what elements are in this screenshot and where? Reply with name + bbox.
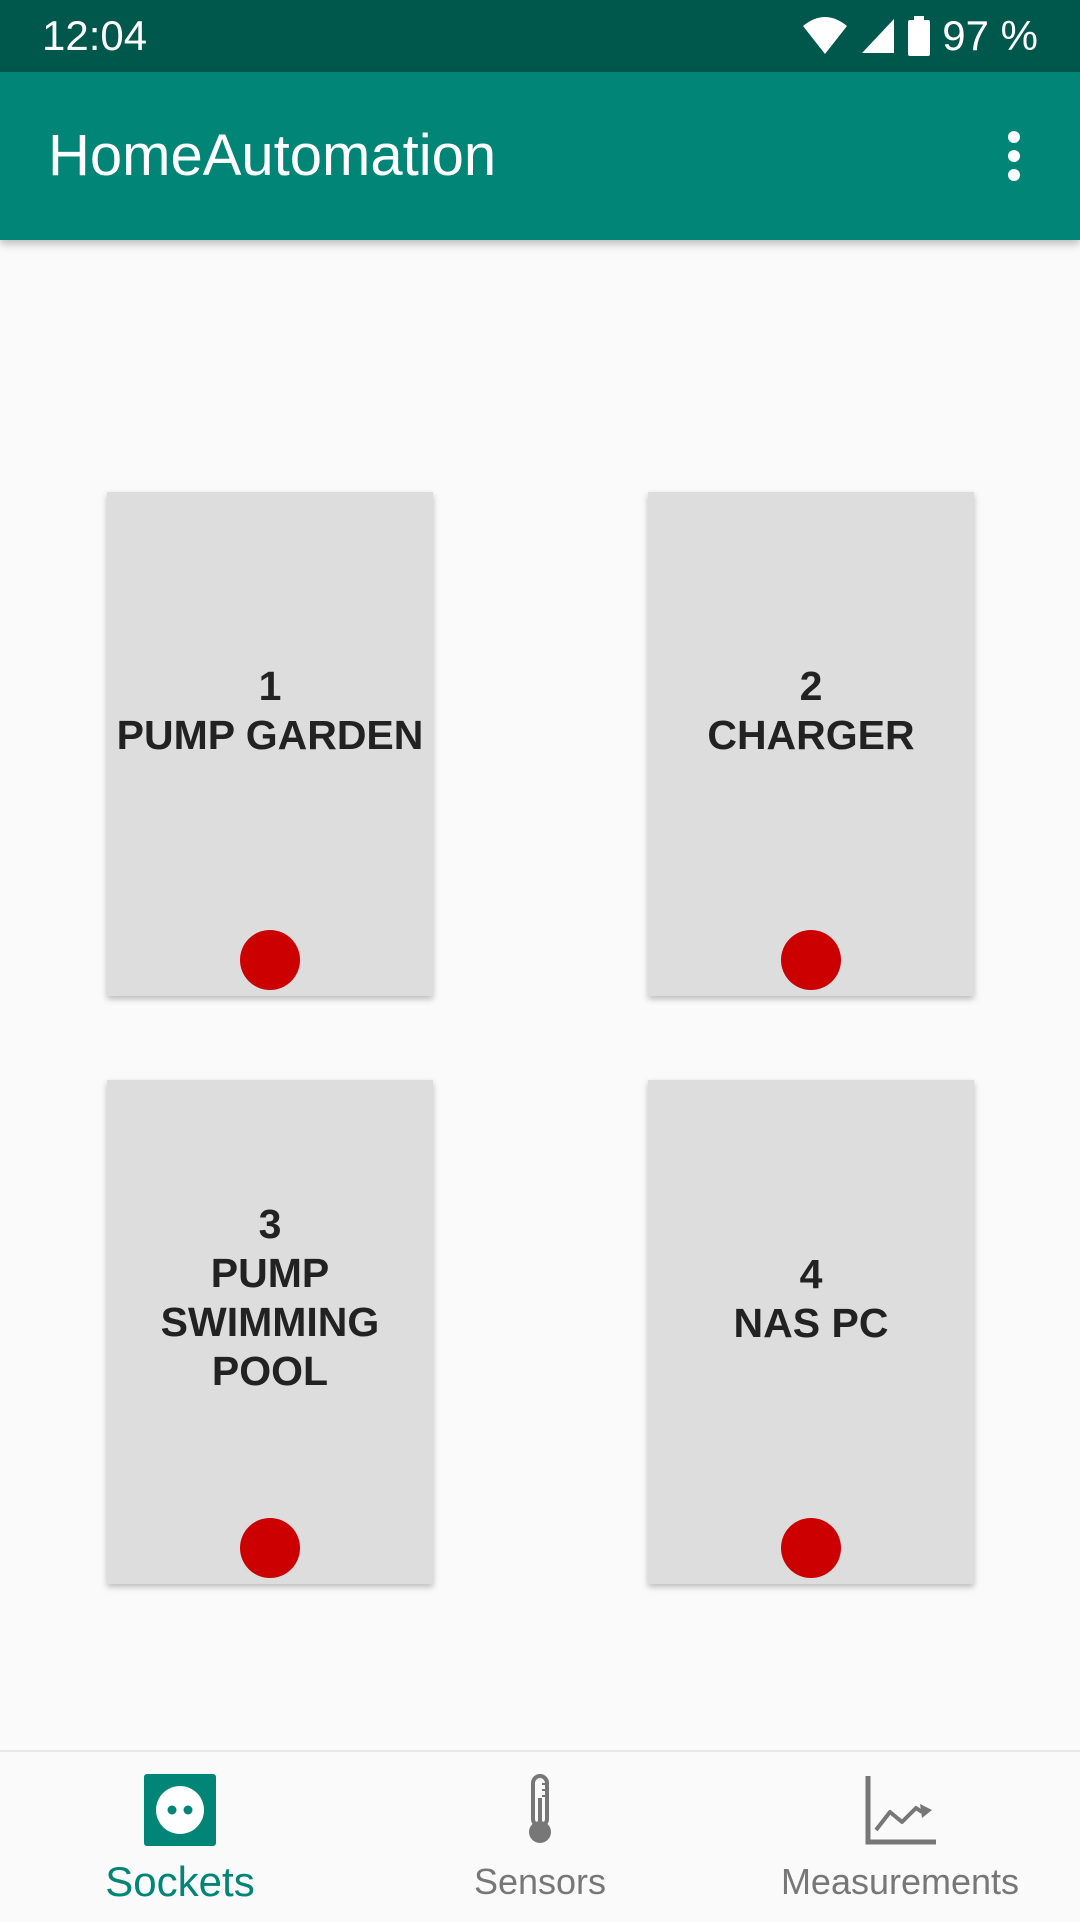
socket-card-1[interactable]: 1 PUMP GARDEN	[107, 492, 433, 996]
socket-name-line: POOL	[211, 1348, 329, 1394]
chart-icon	[865, 1776, 936, 1845]
socket-icon	[144, 1774, 216, 1846]
socket-number: 4	[799, 1251, 823, 1297]
socket-name-line: SWIMMING	[160, 1299, 380, 1345]
socket-card-2[interactable]: 2 CHARGER	[648, 492, 974, 996]
socket-name-line: CHARGER	[707, 712, 915, 758]
socket-number: 1	[258, 663, 282, 709]
socket-status-indicator	[240, 930, 300, 990]
socket-number: 2	[799, 663, 823, 709]
socket-status-indicator	[240, 1518, 300, 1578]
nav-item-sockets[interactable]: Sockets	[60, 1752, 300, 1922]
nav-label-sensors: Sensors	[473, 1861, 607, 1902]
socket-name-line: PUMP	[210, 1250, 330, 1296]
overflow-menu-button[interactable]	[978, 120, 1050, 192]
status-icons: 97 %	[802, 12, 1038, 60]
socket-card-4[interactable]: 4 NAS PC	[648, 1080, 974, 1584]
app-bar: HomeAutomation	[0, 72, 1080, 240]
socket-label: 4 NAS PC	[648, 1250, 974, 1348]
wifi-icon	[803, 17, 848, 54]
battery-icon	[908, 16, 931, 56]
cell-signal-icon	[862, 19, 895, 53]
status-time: 12:04	[42, 12, 148, 59]
socket-name-line: NAS PC	[733, 1300, 889, 1346]
battery-percentage: 97 %	[942, 12, 1038, 59]
nav-item-measurements[interactable]: Measurements	[760, 1752, 1040, 1922]
app-title: HomeAutomation	[48, 123, 497, 188]
bottom-navigation: Sockets Sensors Measurements	[0, 1750, 1080, 1922]
socket-number: 3	[258, 1201, 282, 1247]
thermometer-icon	[529, 1774, 551, 1843]
socket-status-indicator	[781, 1518, 841, 1578]
socket-name-line: PUMP GARDEN	[116, 712, 424, 758]
status-bar: 12:04 97 %	[0, 0, 1080, 72]
nav-item-sensors[interactable]: Sensors	[420, 1752, 660, 1922]
socket-label: 3 PUMP SWIMMING POOL	[107, 1200, 433, 1396]
nav-label-sockets: Sockets	[105, 1858, 255, 1905]
socket-label: 1 PUMP GARDEN	[107, 662, 433, 760]
more-vert-icon	[1008, 131, 1020, 181]
socket-card-3[interactable]: 3 PUMP SWIMMING POOL	[107, 1080, 433, 1584]
socket-label: 2 CHARGER	[648, 662, 974, 760]
nav-label-measurements: Measurements	[780, 1861, 1020, 1902]
socket-status-indicator	[781, 930, 841, 990]
